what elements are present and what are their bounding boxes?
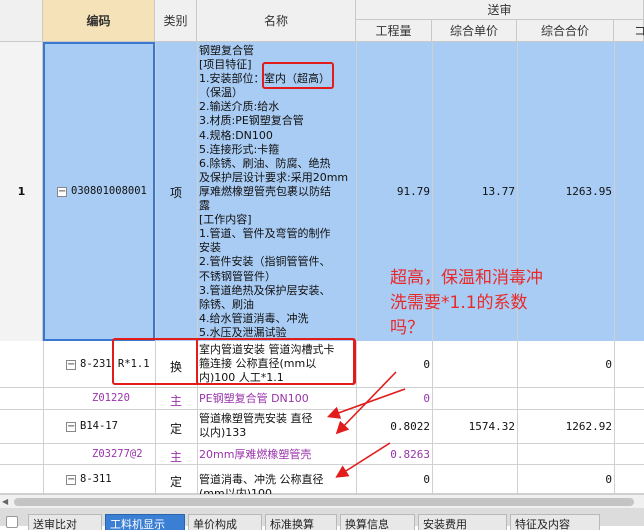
scroll-thumb[interactable] [14, 498, 634, 506]
tab-bottom[interactable]: 标准换算 [265, 514, 337, 530]
tab-bottom[interactable]: 换算信息 [340, 514, 415, 530]
scroll-left-arrow[interactable]: ◀ [2, 497, 12, 507]
annotation-arrows [326, 371, 406, 478]
horizontal-scrollbar[interactable]: ◀ [0, 494, 644, 508]
arrow-to-disinfect-row [335, 442, 391, 478]
tab-bottom[interactable]: 特征及内容 [510, 514, 600, 530]
arrow-to-insulation-row [326, 388, 406, 419]
tab-bottom[interactable]: 安装费用 [418, 514, 507, 530]
tab-bottom[interactable]: 工料机显示 [105, 514, 185, 530]
tab-bottom[interactable]: 送审比对 [28, 514, 102, 530]
tab-bottom[interactable]: 单价构成 [188, 514, 262, 530]
tab-strip-checkbox[interactable] [6, 516, 18, 528]
